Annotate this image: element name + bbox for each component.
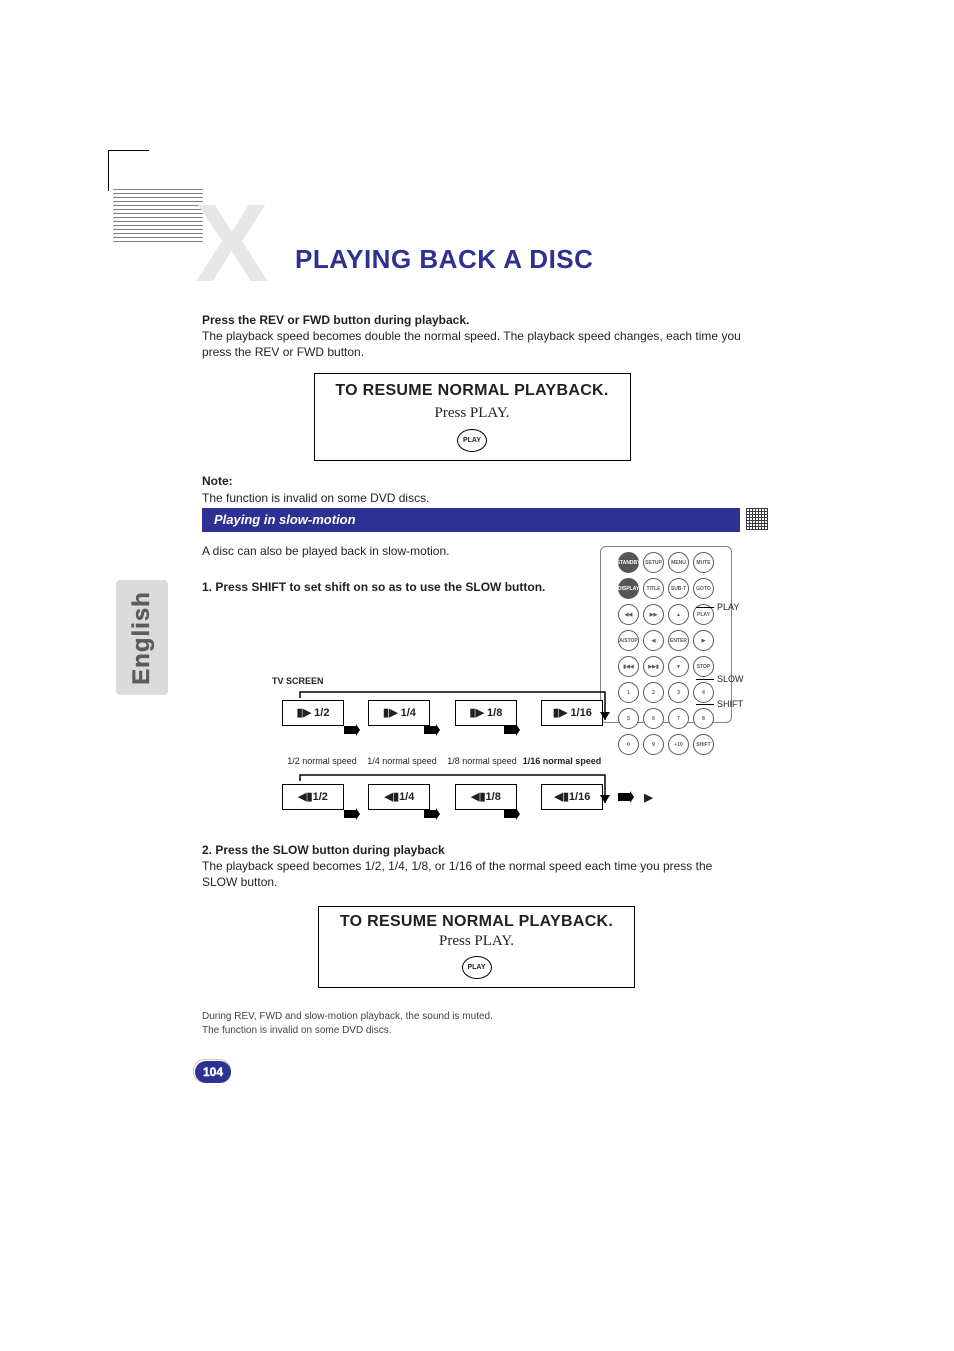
remote-btn: STOP [693,656,714,677]
remote-btn: 9 [643,734,664,755]
tv-screen-label: TV SCREEN [272,676,324,686]
remote-btn: MENU [668,552,689,573]
page-title: PLAYING BACK A DISC [295,244,593,275]
remote-btn: ◀ [643,630,664,651]
remote-btn: ▶▶ [643,604,664,625]
remote-btn: 1 [618,682,639,703]
step-2: 2. Press the SLOW button during playback… [202,842,742,891]
remote-btn: ◀◀ [618,604,639,625]
resume-box-1: TO RESUME NORMAL PLAYBACK. Press PLAY. P… [314,373,631,462]
remote-btn: 3 [668,682,689,703]
callout-shift: SHIFT [717,699,743,709]
remote-btn: 8 [693,708,714,729]
remote-btn: ▼ [668,656,689,677]
speed-label: 1/2 normal speed [282,756,362,766]
remote-btn: GOTO [693,578,714,599]
remote-diagram: STANDBYSETUPMENUMUTE DISPLAYTITLESUB-TGO… [600,546,732,723]
remote-btn: 2 [643,682,664,703]
step-2-text: The playback speed becomes 1/2, 1/4, 1/8… [202,859,712,889]
arrow-right-icon [424,808,440,820]
remote-btn: ▶ [693,630,714,651]
arrow-right-icon [618,791,634,803]
crop-mark-tl [108,150,149,191]
play-button-icon: PLAY [462,956,492,979]
speed-label: 1/16 normal speed [522,756,602,766]
callout-line [696,679,714,680]
speed-label: 1/4 normal speed [362,756,442,766]
remote-btn: ▮◀◀ [618,656,639,677]
note-text: The function is invalid on some DVD disc… [202,491,429,505]
resume-line1: TO RESUME NORMAL PLAYBACK. [319,913,634,931]
remote-slow-btn: 4 [693,682,714,703]
slowmotion-intro: A disc can also be played back in slow-m… [202,544,449,558]
decorative-bars [113,186,203,245]
remote-shift-btn: SHIFT [693,734,714,755]
instruction-bold: Press the REV or FWD button during playb… [202,313,469,327]
wrap-arrow-icon [270,773,610,809]
remote-btn: 0 [618,734,639,755]
callout-play: PLAY [717,602,739,612]
remote-btn: ▲ [668,604,689,625]
remote-btn: 7 [668,708,689,729]
remote-btn: A/STOP [618,630,639,651]
callout-line [696,704,714,705]
resume-box-2: TO RESUME NORMAL PLAYBACK. Press PLAY. P… [318,906,635,988]
remote-btn: 6 [643,708,664,729]
section-rev-fwd: Press the REV or FWD button during playb… [202,312,742,506]
footnote: During REV, FWD and slow-motion playback… [202,1010,493,1038]
resume-line1: TO RESUME NORMAL PLAYBACK. [315,380,630,402]
wrap-arrow-icon [270,690,610,726]
note-label: Note: [202,474,233,488]
arrow-right-icon [344,808,360,820]
resume-line2: Press PLAY. [315,403,630,423]
remote-btn: ▶▶▮ [643,656,664,677]
instruction-text: The playback speed becomes double the no… [202,329,741,359]
remote-btn: MUTE [693,552,714,573]
play-button-icon: PLAY [457,429,487,452]
chapter-letter: X [195,200,268,288]
arrow-right-icon [504,808,520,820]
hatch-decoration [746,508,768,530]
page-number: 104 [195,1061,231,1083]
callout-slow: SLOW [717,674,744,684]
remote-btn: TITLE [643,578,664,599]
section-slowmotion-body: A disc can also be played back in slow-m… [202,542,602,596]
remote-btn: +10 [668,734,689,755]
footnote-b: The function is invalid on some DVD disc… [202,1025,392,1036]
remote-btn: STANDBY [618,552,639,573]
step-2-heading: 2. Press the SLOW button during playback [202,843,445,857]
remote-btn: SUB-T [668,578,689,599]
remote-btn: DISPLAY [618,578,639,599]
speed-label: 1/8 normal speed [442,756,522,766]
remote-btn: 5 [618,708,639,729]
english-tab: English [116,580,168,695]
resume-line2: Press PLAY. [319,933,634,950]
footnote-a: During REV, FWD and slow-motion playback… [202,1011,493,1022]
step-1: 1. Press SHIFT to set shift on so as to … [202,580,545,594]
section-header-slowmotion: Playing in slow-motion [202,508,740,532]
remote-btn: ENTER [668,630,689,651]
manual-page: X PLAYING BACK A DISC Press the REV or F… [0,0,954,1351]
english-tab-label: English [128,591,156,685]
remote-btn: SETUP [643,552,664,573]
callout-line [696,607,714,608]
